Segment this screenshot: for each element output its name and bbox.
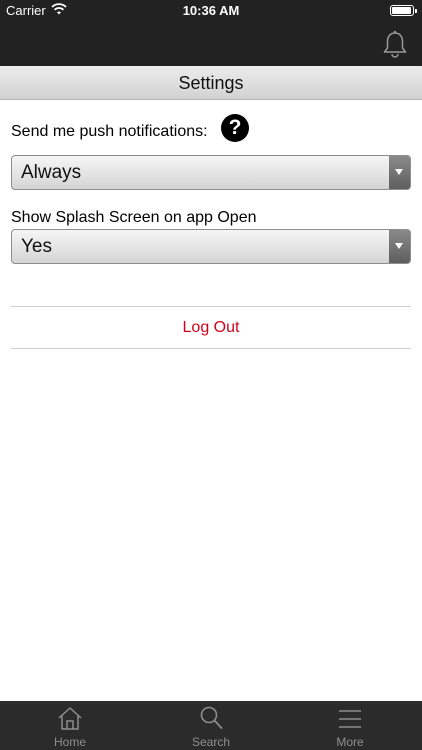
divider: [11, 306, 411, 307]
splash-screen-value: Yes: [21, 236, 52, 257]
logout-button[interactable]: Log Out: [11, 319, 411, 337]
tab-label-search: Search: [191, 735, 231, 749]
tab-bar: Home Search More: [0, 701, 422, 750]
tab-more[interactable]: More: [280, 701, 420, 750]
splash-screen-select[interactable]: Yes: [11, 229, 411, 264]
tab-label-home: Home: [53, 735, 86, 749]
push-notifications-value: Always: [21, 162, 82, 183]
menu-icon: [336, 705, 364, 731]
search-icon: [197, 705, 225, 731]
chevron-down-icon: [389, 156, 410, 189]
push-notifications-select[interactable]: Always: [11, 155, 411, 190]
bell-icon[interactable]: [382, 30, 408, 58]
tab-label-more: More: [336, 735, 364, 749]
battery-icon: [390, 5, 417, 16]
push-notifications-label: Send me push notifications:: [11, 123, 208, 140]
status-time: 10:36 AM: [182, 3, 240, 18]
splash-screen-label: Show Splash Screen on app Open: [11, 209, 257, 226]
chevron-down-icon: [389, 230, 410, 263]
tab-home[interactable]: Home: [0, 701, 140, 750]
nav-bar: [0, 22, 422, 66]
question-circle-icon[interactable]: ?: [221, 114, 249, 142]
tab-search[interactable]: Search: [141, 701, 281, 750]
status-bar: Carrier 10:36 AM: [0, 0, 422, 22]
page-title: Settings: [0, 66, 422, 100]
home-icon: [56, 705, 84, 731]
battery-level: [392, 7, 411, 14]
divider: [11, 348, 411, 349]
